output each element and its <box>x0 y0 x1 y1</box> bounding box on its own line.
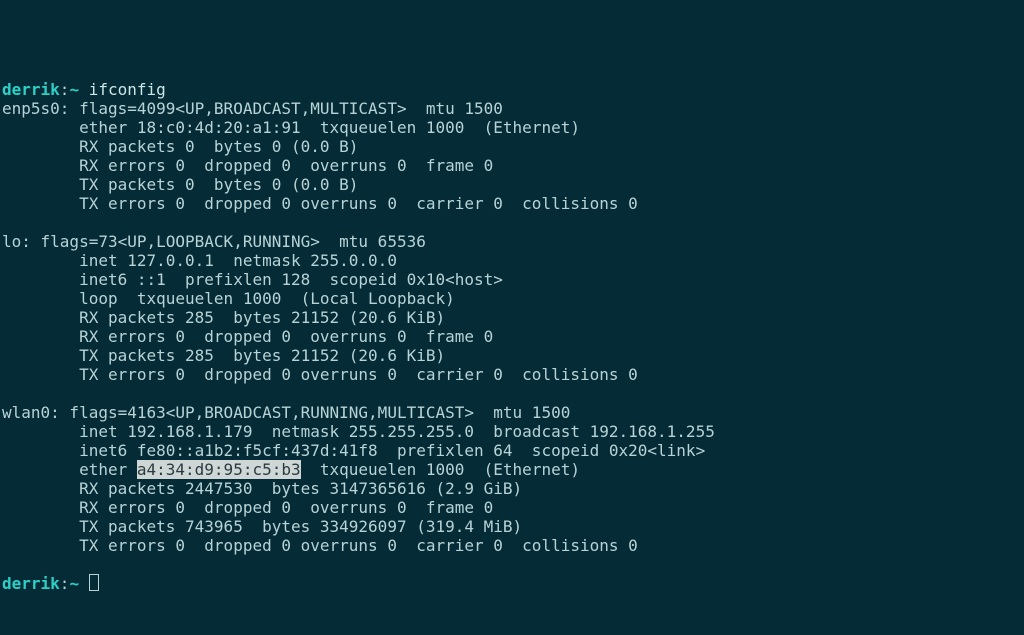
ifconfig-line: inet 127.0.0.1 netmask 255.0.0.0 <box>2 251 397 270</box>
ifconfig-ether-line: ether a4:34:d9:95:c5:b3 txqueuelen 1000 … <box>2 460 580 479</box>
scrollbar-track[interactable] <box>1020 0 1024 635</box>
ifconfig-lo-header: lo: flags=73<UP,LOOPBACK,RUNNING> mtu 65… <box>2 232 426 251</box>
ether-suffix: txqueuelen 1000 (Ethernet) <box>301 460 580 479</box>
prompt-user: derrik <box>2 574 60 593</box>
ifconfig-line: inet 192.168.1.179 netmask 255.255.255.0… <box>2 422 715 441</box>
ifconfig-line: TX packets 285 bytes 21152 (20.6 KiB) <box>2 346 445 365</box>
prompt-path: ~ <box>69 80 79 99</box>
ifconfig-line: RX packets 0 bytes 0 (0.0 B) <box>2 137 358 156</box>
ifconfig-line: RX errors 0 dropped 0 overruns 0 frame 0 <box>2 156 493 175</box>
ifconfig-line: inet6 ::1 prefixlen 128 scopeid 0x10<hos… <box>2 270 503 289</box>
ifconfig-line: inet6 fe80::a1b2:f5cf:437d:41f8 prefixle… <box>2 441 705 460</box>
ifconfig-line: TX packets 0 bytes 0 (0.0 B) <box>2 175 358 194</box>
ifconfig-line: RX packets 2447530 bytes 3147365616 (2.9… <box>2 479 522 498</box>
ifconfig-line: ether 18:c0:4d:20:a1:91 txqueuelen 1000 … <box>2 118 580 137</box>
prompt-line: derrik:~ <box>2 574 99 593</box>
ifconfig-line: TX errors 0 dropped 0 overruns 0 carrier… <box>2 365 638 384</box>
ifconfig-line: RX packets 285 bytes 21152 (20.6 KiB) <box>2 308 445 327</box>
prompt-line: derrik:~ ifconfig <box>2 80 166 99</box>
ether-prefix: ether <box>2 460 137 479</box>
prompt-separator: : <box>60 574 70 593</box>
ifconfig-line: loop txqueuelen 1000 (Local Loopback) <box>2 289 455 308</box>
selected-mac-address[interactable]: a4:34:d9:95:c5:b3 <box>137 460 301 479</box>
cursor-block[interactable] <box>89 574 99 591</box>
ifconfig-line: TX packets 743965 bytes 334926097 (319.4… <box>2 517 522 536</box>
prompt-separator: : <box>60 80 70 99</box>
ifconfig-wlan0-header: wlan0: flags=4163<UP,BROADCAST,RUNNING,M… <box>2 403 570 422</box>
ifconfig-line: RX errors 0 dropped 0 overruns 0 frame 0 <box>2 498 493 517</box>
ifconfig-enp5s0-header: enp5s0: flags=4099<UP,BROADCAST,MULTICAS… <box>2 99 503 118</box>
ifconfig-line: TX errors 0 dropped 0 overruns 0 carrier… <box>2 194 638 213</box>
terminal-output[interactable]: derrik:~ ifconfig enp5s0: flags=4099<UP,… <box>2 80 1022 593</box>
ifconfig-line: RX errors 0 dropped 0 overruns 0 frame 0 <box>2 327 493 346</box>
ifconfig-line: TX errors 0 dropped 0 overruns 0 carrier… <box>2 536 638 555</box>
command-text: ifconfig <box>89 80 166 99</box>
prompt-path: ~ <box>69 574 79 593</box>
prompt-user: derrik <box>2 80 60 99</box>
